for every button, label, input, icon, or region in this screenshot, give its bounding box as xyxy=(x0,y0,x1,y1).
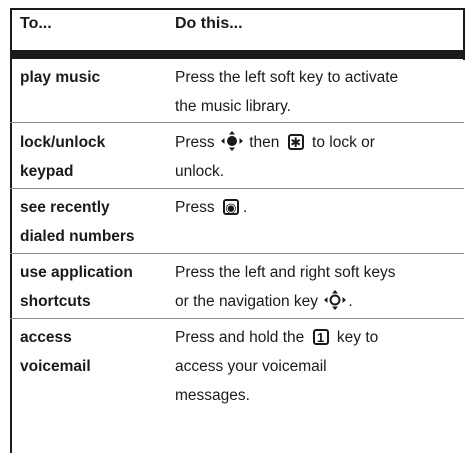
row-divider xyxy=(10,188,464,189)
table-left-border xyxy=(10,8,12,453)
nav-key-select-icon xyxy=(220,131,243,151)
table-row-action: use application shortcuts xyxy=(20,264,133,310)
table-row-action: see recently dialed numbers xyxy=(20,199,135,245)
row-divider xyxy=(10,122,464,123)
table-row-action: access voicemail xyxy=(20,329,91,375)
table-row-instruction: Press ◉. xyxy=(175,199,248,216)
row-divider xyxy=(10,318,464,319)
table-row-instruction: Press the left soft key to activate the … xyxy=(175,69,399,115)
table-row-action: play music xyxy=(20,69,101,86)
table-row-instruction: Press then ✱ to lock or unlock. xyxy=(175,128,460,186)
send-key-icon: ◉ xyxy=(222,199,239,215)
table-row-instruction: Press and hold the 1 key to access your … xyxy=(175,329,379,404)
one-key-icon: 1 xyxy=(312,329,329,345)
table-row-action: lock/unlock keypad xyxy=(20,134,106,180)
navigation-key-icon xyxy=(324,290,347,310)
row-divider xyxy=(10,253,464,254)
header-col-to: To... xyxy=(20,15,52,32)
header-col-do-this: Do this... xyxy=(175,15,243,32)
star-key-icon: ✱ xyxy=(287,134,304,150)
header-divider xyxy=(10,50,464,59)
table-row-instruction: Press the left and right soft keys or th… xyxy=(175,264,396,310)
